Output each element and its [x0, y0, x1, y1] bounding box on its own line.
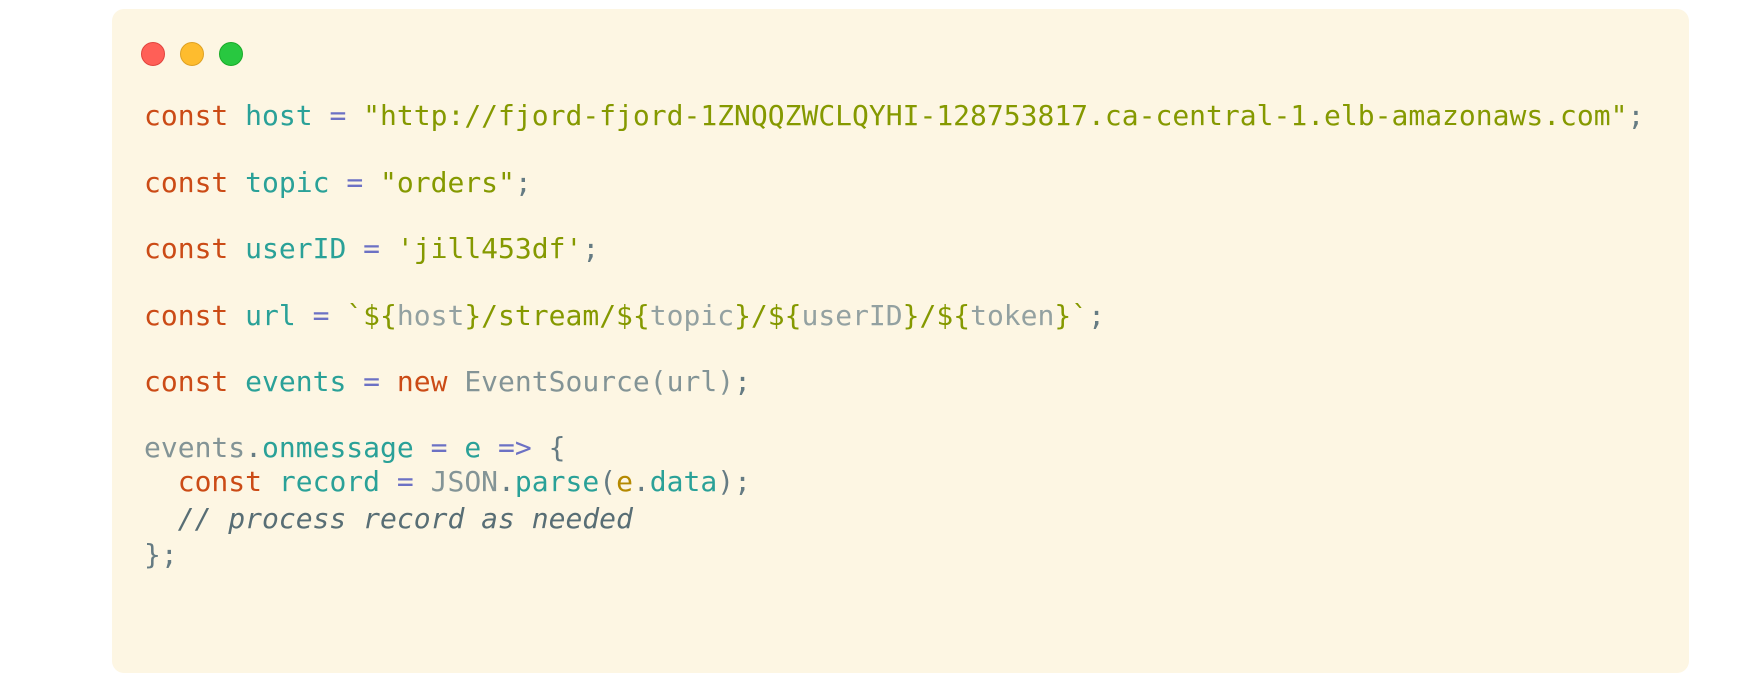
interpolation: userID	[801, 299, 903, 332]
interpolation: token	[970, 299, 1055, 332]
keyword: const	[144, 99, 229, 132]
code-line-topic: const topic = "orders";	[144, 165, 532, 201]
punctuation: ;	[1627, 99, 1645, 132]
identifier: events	[245, 365, 347, 398]
operator: =	[430, 431, 448, 464]
brace: {	[548, 431, 566, 464]
property-name: onmessage	[262, 431, 414, 464]
template-literal: }/stream/${	[464, 299, 650, 332]
code-line-comment: // process record as needed	[144, 501, 633, 537]
parameter: e	[616, 465, 633, 498]
operator: =	[396, 465, 414, 498]
punctuation: .	[245, 431, 263, 464]
keyword: const	[144, 166, 229, 199]
code-block: const host = "http://fjord-fjord-1ZNQQZW…	[144, 9, 1644, 636]
punctuation: ;	[514, 166, 532, 199]
code-line-host: const host = "http://fjord-fjord-1ZNQQZW…	[144, 98, 1644, 134]
class-name: EventSource	[464, 365, 650, 398]
template-literal: }`	[1054, 299, 1089, 332]
code-line-url: const url = `${host}/stream/${topic}/${u…	[144, 298, 1105, 334]
code-line-close: };	[144, 537, 178, 573]
object-name: JSON	[430, 465, 499, 498]
identifier: record	[278, 465, 381, 498]
code-comment: // process record as needed	[177, 502, 633, 535]
code-window: const host = "http://fjord-fjord-1ZNQQZW…	[112, 9, 1689, 673]
operator: =	[363, 232, 381, 265]
identifier: topic	[245, 166, 330, 199]
punctuation: };	[144, 538, 178, 571]
identifier: url	[245, 299, 296, 332]
code-line-userid: const userID = 'jill453df';	[144, 231, 599, 267]
string-literal: "orders"	[380, 166, 515, 199]
code-line-events: const events = new EventSource(url);	[144, 364, 751, 400]
punctuation: .	[498, 465, 515, 498]
operator: =	[312, 299, 330, 332]
punctuation: ;	[1088, 299, 1105, 332]
identifier: userID	[245, 232, 347, 265]
property-name: data	[649, 465, 718, 498]
template-literal: `${	[346, 299, 397, 332]
operator: =	[346, 166, 364, 199]
string-literal: 'jill453df'	[396, 232, 583, 265]
keyword: const	[177, 465, 263, 498]
punctuation: ;	[582, 232, 600, 265]
code-line-onmessage: events.onmessage = e => {	[144, 430, 565, 466]
operator: =	[363, 365, 381, 398]
method-name: parse	[514, 465, 600, 498]
operator: =	[329, 99, 347, 132]
identifier: host	[245, 99, 313, 132]
string-literal: "http://fjord-fjord-1ZNQQZWCLQYHI-128753…	[363, 99, 1628, 132]
template-literal: }/${	[902, 299, 971, 332]
punctuation: );	[717, 465, 751, 498]
interpolation: host	[396, 299, 465, 332]
keyword: const	[144, 365, 229, 398]
code-line-record: const record = JSON.parse(e.data);	[144, 464, 751, 500]
keyword-new: new	[396, 365, 448, 398]
object-name: events	[144, 431, 246, 464]
parameter: e	[464, 431, 482, 464]
keyword: const	[144, 299, 229, 332]
arguments: (url)	[649, 365, 735, 398]
punctuation: (	[599, 465, 617, 498]
punctuation: .	[632, 465, 650, 498]
punctuation: ;	[734, 365, 751, 398]
arrow-operator: =>	[498, 431, 532, 464]
template-literal: }/${	[734, 299, 802, 332]
maximize-dot-icon[interactable]	[219, 42, 243, 66]
interpolation: topic	[649, 299, 735, 332]
keyword: const	[144, 232, 229, 265]
